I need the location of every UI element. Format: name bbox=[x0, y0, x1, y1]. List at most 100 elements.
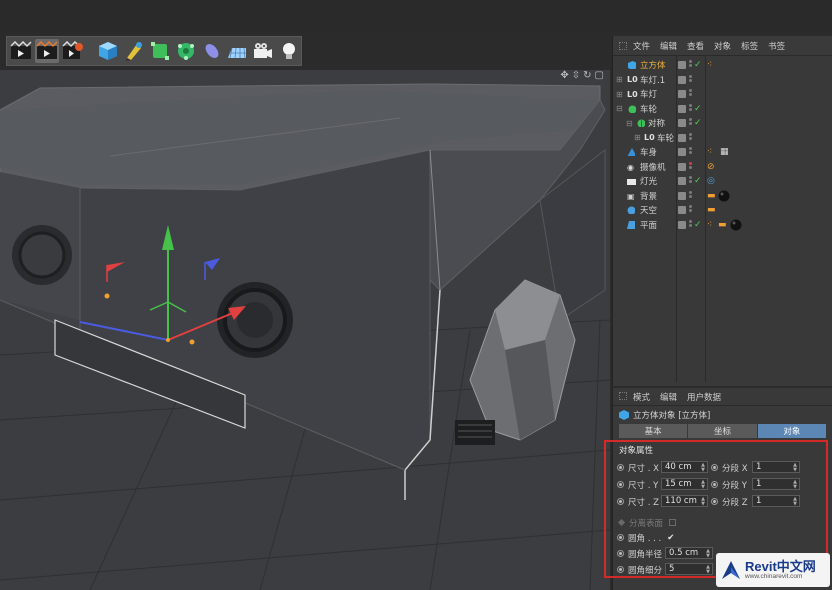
visibility-dots-icon[interactable] bbox=[689, 74, 693, 85]
collapse-icon[interactable]: ⊟ bbox=[626, 119, 633, 128]
pen-icon[interactable] bbox=[122, 39, 146, 63]
render-settings-icon[interactable] bbox=[61, 39, 85, 63]
menu-bookmarks[interactable]: 书签 bbox=[768, 40, 785, 52]
enabled-check-icon[interactable]: ✓ bbox=[694, 176, 702, 186]
animate-radio-icon[interactable] bbox=[617, 481, 624, 488]
visibility-dots-icon[interactable] bbox=[689, 89, 693, 99]
menu-tags[interactable]: 标签 bbox=[741, 40, 758, 52]
render-view-icon[interactable] bbox=[9, 39, 33, 63]
layer-flag-icon[interactable] bbox=[678, 148, 686, 157]
object-row-symmetry[interactable]: ⊟ 对称 ✓ bbox=[612, 116, 832, 131]
visibility-dots-icon[interactable] bbox=[689, 205, 693, 215]
size-z-field[interactable]: 110 cm ▲ ▼ bbox=[661, 495, 708, 507]
seg-z-field[interactable]: 1 ▲ ▼ bbox=[752, 495, 800, 507]
3d-viewport[interactable]: ✥ ⇳ ↻ ▢ bbox=[0, 70, 610, 590]
layer-flag-icon[interactable] bbox=[678, 61, 686, 70]
tab-object[interactable]: 对象 bbox=[757, 424, 826, 438]
fillet-subdiv-field[interactable]: 5 ▲ ▼ bbox=[665, 563, 713, 575]
visibility-dots-icon[interactable] bbox=[689, 118, 693, 128]
enabled-check-icon[interactable]: ✓ bbox=[694, 60, 702, 70]
visibility-dots-icon[interactable] bbox=[689, 190, 693, 201]
layer-flag-icon[interactable] bbox=[678, 133, 686, 142]
menu-edit[interactable]: 编辑 bbox=[660, 391, 677, 403]
floor-icon[interactable] bbox=[226, 39, 250, 63]
seg-x-field[interactable]: 1 ▲ ▼ bbox=[752, 461, 800, 473]
tab-coord[interactable]: 坐标 bbox=[688, 424, 757, 438]
layer-flag-icon[interactable] bbox=[678, 220, 686, 229]
expand-icon[interactable]: ⊞ bbox=[616, 90, 623, 99]
visibility-dots-icon[interactable] bbox=[689, 60, 693, 70]
layer-flag-icon[interactable] bbox=[678, 191, 686, 200]
animate-radio-icon[interactable] bbox=[617, 464, 624, 471]
layer-flag-icon[interactable] bbox=[678, 119, 686, 128]
object-row-wheel-child[interactable]: ⊞ L0 车轮 bbox=[612, 131, 832, 146]
animate-radio-icon[interactable] bbox=[617, 534, 624, 541]
maximize-view-icon[interactable]: ▢ bbox=[595, 70, 604, 81]
size-y-field[interactable]: 15 cm ▲ ▼ bbox=[661, 478, 708, 490]
material-ball-icon[interactable] bbox=[718, 190, 730, 202]
object-row-wheel[interactable]: ⊟ 车轮 ✓ bbox=[612, 102, 832, 117]
seg-y-field[interactable]: 1 ▲ ▼ bbox=[752, 478, 800, 490]
layer-flag-icon[interactable] bbox=[678, 206, 686, 215]
object-row-sky[interactable]: 天空 ▬ bbox=[612, 203, 832, 218]
compositing-tag-icon[interactable]: ▬ bbox=[707, 191, 716, 201]
size-x-field[interactable]: 40 cm ▲ ▼ bbox=[661, 461, 708, 473]
object-row-cube[interactable]: 立方体 ✓ ⁖ bbox=[612, 58, 832, 73]
enabled-check-icon[interactable]: ✓ bbox=[694, 220, 702, 230]
deformer-icon[interactable] bbox=[200, 39, 224, 63]
collapse-icon[interactable]: ⊟ bbox=[616, 104, 623, 113]
compositing-tag-icon[interactable]: ▬ bbox=[707, 205, 716, 215]
object-row-light[interactable]: 灯光 ✓ ◎ bbox=[612, 174, 832, 189]
layer-flag-icon[interactable] bbox=[678, 104, 686, 113]
compositing-tag-icon[interactable]: ▬ bbox=[718, 220, 727, 230]
enabled-check-icon[interactable]: ✓ bbox=[694, 104, 702, 114]
layer-flag-icon[interactable] bbox=[678, 90, 686, 99]
light-icon[interactable] bbox=[277, 39, 301, 63]
visibility-dots-icon[interactable] bbox=[689, 103, 693, 114]
panel-grip-icon[interactable] bbox=[619, 392, 627, 400]
menu-object[interactable]: 对象 bbox=[714, 40, 731, 52]
target-tag-icon[interactable]: ◎ bbox=[707, 176, 715, 186]
zoom-view-icon[interactable]: ⇳ bbox=[572, 70, 580, 81]
material-ball-icon[interactable] bbox=[730, 219, 742, 231]
material-tag-icon[interactable]: ▦ bbox=[720, 147, 729, 157]
camera-icon[interactable] bbox=[251, 39, 275, 63]
visibility-dots-icon[interactable] bbox=[689, 219, 693, 230]
cube-icon[interactable] bbox=[96, 39, 120, 63]
animate-radio-icon[interactable] bbox=[617, 566, 624, 573]
object-row-headlight[interactable]: ⊞ L0 车灯 bbox=[612, 87, 832, 102]
animate-radio-icon[interactable] bbox=[711, 464, 718, 471]
visibility-dots-icon[interactable] bbox=[689, 132, 693, 143]
visibility-dots-icon[interactable] bbox=[689, 147, 693, 157]
rotate-view-icon[interactable]: ↻ bbox=[583, 70, 591, 81]
subdivision-icon[interactable] bbox=[148, 39, 172, 63]
object-row-plane[interactable]: 平面 ✓ ⁖ ▬ bbox=[612, 218, 832, 233]
enabled-check-icon[interactable]: ✓ bbox=[694, 118, 702, 128]
layer-flag-icon[interactable] bbox=[678, 177, 686, 186]
layer-flag-icon[interactable] bbox=[678, 162, 686, 171]
cloner-icon[interactable] bbox=[174, 39, 198, 63]
fillet-radius-field[interactable]: 0.5 cm ▲ ▼ bbox=[665, 547, 713, 559]
animate-radio-icon[interactable] bbox=[617, 498, 624, 505]
panel-grip-icon[interactable] bbox=[619, 42, 627, 50]
render-region-icon[interactable] bbox=[34, 39, 59, 63]
animate-radio-icon[interactable] bbox=[617, 550, 624, 557]
layer-flag-icon[interactable] bbox=[678, 75, 686, 84]
object-row-camera[interactable]: ◉ 摄像机 ⊘ bbox=[612, 160, 832, 175]
fillet-checkbox[interactable]: ✔ bbox=[667, 533, 674, 543]
object-row-headlight-1[interactable]: ⊞ L0 车灯.1 bbox=[612, 73, 832, 88]
menu-user-data[interactable]: 用户数据 bbox=[687, 391, 721, 403]
menu-mode[interactable]: 模式 bbox=[633, 391, 650, 403]
viewport-nav-icons[interactable]: ✥ ⇳ ↻ ▢ bbox=[560, 70, 604, 81]
menu-edit[interactable]: 编辑 bbox=[660, 40, 677, 52]
expand-icon[interactable]: ⊞ bbox=[616, 75, 623, 84]
animate-radio-icon[interactable] bbox=[711, 481, 718, 488]
tab-basic[interactable]: 基本 bbox=[619, 424, 688, 438]
move-view-icon[interactable]: ✥ bbox=[560, 70, 568, 81]
animate-radio-icon[interactable] bbox=[711, 498, 718, 505]
object-row-body[interactable]: 车身 ⁖ ▦ bbox=[612, 145, 832, 160]
menu-file[interactable]: 文件 bbox=[633, 40, 650, 52]
phong-tag-icon[interactable]: ⁖ bbox=[707, 60, 712, 70]
protection-tag-icon[interactable]: ⊘ bbox=[707, 162, 715, 172]
visibility-dots-icon[interactable] bbox=[689, 161, 693, 172]
